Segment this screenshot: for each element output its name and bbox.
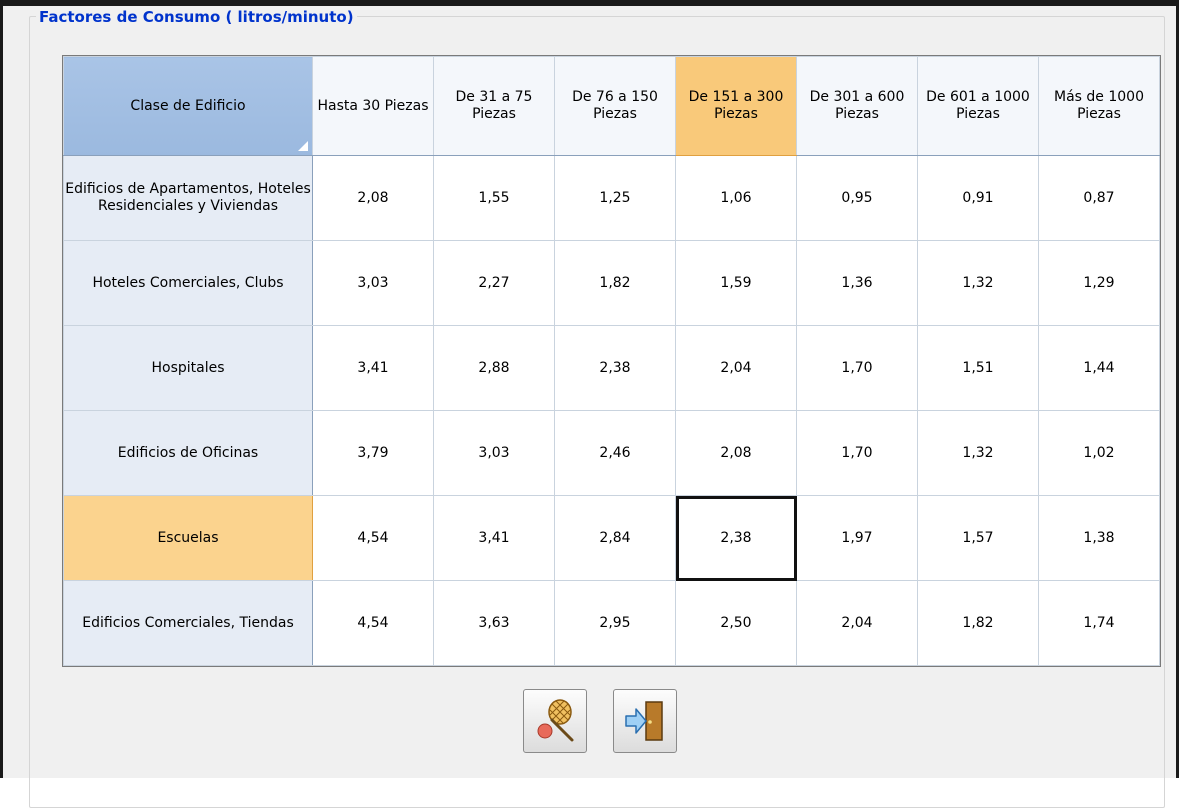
grid-cell[interactable]: 2,04 [796, 580, 918, 666]
corner-header-label: Clase de Edificio [130, 97, 246, 114]
grid-cell[interactable]: 1,44 [1038, 325, 1160, 411]
grid-corner-header[interactable]: Clase de Edificio [63, 56, 313, 156]
column-header-5[interactable]: De 601 a 1000 Piezas [917, 56, 1039, 156]
grid-cell[interactable]: 1,97 [796, 495, 918, 581]
table-row: Edificios de Oficinas 3,79 3,03 2,46 2,08 1,7… [63, 410, 1160, 496]
table-row: Hoteles Comerciales, Clubs 3,03 2,27 1,82 1,… [63, 240, 1160, 326]
grid-cell[interactable]: 1,02 [1038, 410, 1160, 496]
grid-cell[interactable]: 0,87 [1038, 155, 1160, 241]
grid-cell[interactable]: 4,54 [312, 580, 434, 666]
net-icon [537, 699, 574, 742]
grid-cell[interactable]: 1,74 [1038, 580, 1160, 666]
grid-cell[interactable]: 1,29 [1038, 240, 1160, 326]
grid-cell[interactable]: 1,55 [433, 155, 555, 241]
app-window: Factores de Consumo ( litros/minuto) Cla… [3, 6, 1176, 808]
sort-grip-icon [298, 141, 308, 151]
row-header[interactable]: Hoteles Comerciales, Clubs [63, 240, 313, 326]
grid-cell[interactable]: 4,54 [312, 495, 434, 581]
grid-cell[interactable]: 2,46 [554, 410, 676, 496]
grid-cell[interactable]: 3,79 [312, 410, 434, 496]
grid-cell[interactable]: 1,32 [917, 410, 1039, 496]
grid-cell[interactable]: 0,91 [917, 155, 1039, 241]
column-header-1[interactable]: De 31 a 75 Piezas [433, 56, 555, 156]
exit-door-icon [625, 701, 663, 741]
grid-cell[interactable]: 2,04 [675, 325, 797, 411]
grid-cell[interactable]: 0,95 [796, 155, 918, 241]
grid-cell[interactable]: 1,82 [554, 240, 676, 326]
grid-cell[interactable]: 2,84 [554, 495, 676, 581]
grid-cell[interactable]: 2,38 [675, 495, 797, 581]
grid-cell[interactable]: 1,57 [917, 495, 1039, 581]
consumption-factors-grid[interactable]: Clase de Edificio Hasta 30 Piezas De 31 a… [62, 55, 1161, 667]
column-header-4[interactable]: De 301 a 600 Piezas [796, 56, 918, 156]
grid-cell[interactable]: 2,08 [675, 410, 797, 496]
grid-cell[interactable]: 1,70 [796, 410, 918, 496]
grid-cell[interactable]: 3,63 [433, 580, 555, 666]
grid-cell[interactable]: 2,08 [312, 155, 434, 241]
grid-cell[interactable]: 1,51 [917, 325, 1039, 411]
grid-cell[interactable]: 2,50 [675, 580, 797, 666]
grid-cell[interactable]: 3,41 [433, 495, 555, 581]
grid-cell[interactable]: 3,41 [312, 325, 434, 411]
grid-cell[interactable]: 1,70 [796, 325, 918, 411]
grid-cell[interactable]: 1,25 [554, 155, 676, 241]
grid-cell[interactable]: 3,03 [433, 410, 555, 496]
grid-cell[interactable]: 1,36 [796, 240, 918, 326]
grid-body: Edificios de Apartamentos, Hoteles Resid… [63, 155, 1160, 666]
grid-cell[interactable]: 2,38 [554, 325, 676, 411]
row-header[interactable]: Edificios de Apartamentos, Hoteles Resid… [63, 155, 313, 241]
grid-header-row: Clase de Edificio Hasta 30 Piezas De 31 a… [63, 56, 1160, 156]
grid-cell[interactable]: 2,27 [433, 240, 555, 326]
row-header[interactable]: Edificios Comerciales, Tiendas [63, 580, 313, 666]
grid-cell[interactable]: 1,59 [675, 240, 797, 326]
column-header-6[interactable]: Más de 1000 Piezas [1038, 56, 1160, 156]
row-header[interactable]: Edificios de Oficinas [63, 410, 313, 496]
table-row: Edificios de Apartamentos, Hoteles Resid… [63, 155, 1160, 241]
table-row: Hospitales 3,41 2,88 2,38 2,04 1,70 1,51 1,44 [63, 325, 1160, 411]
column-header-2[interactable]: De 76 a 150 Piezas [554, 56, 676, 156]
grid-cell[interactable]: 3,03 [312, 240, 434, 326]
grid-cell[interactable]: 1,06 [675, 155, 797, 241]
column-header-0[interactable]: Hasta 30 Piezas [312, 56, 434, 156]
search-net-button[interactable] [523, 689, 587, 753]
grid-cell[interactable]: 2,95 [554, 580, 676, 666]
exit-button[interactable] [613, 689, 677, 753]
column-header-3[interactable]: De 151 a 300 Piezas [675, 56, 797, 156]
table-row: Edificios Comerciales, Tiendas 4,54 3,63 2,… [63, 580, 1160, 666]
row-header[interactable]: Hospitales [63, 325, 313, 411]
grid-cell[interactable]: 2,88 [433, 325, 555, 411]
grid-cell[interactable]: 1,82 [917, 580, 1039, 666]
grid-cell[interactable]: 1,38 [1038, 495, 1160, 581]
row-header[interactable]: Escuelas [63, 495, 313, 581]
groupbox-title: Factores de Consumo ( litros/minuto) [36, 8, 357, 26]
table-row: Escuelas 4,54 3,41 2,84 2,38 1,97 1,57 1,38 [63, 495, 1160, 581]
grid-cell[interactable]: 1,32 [917, 240, 1039, 326]
